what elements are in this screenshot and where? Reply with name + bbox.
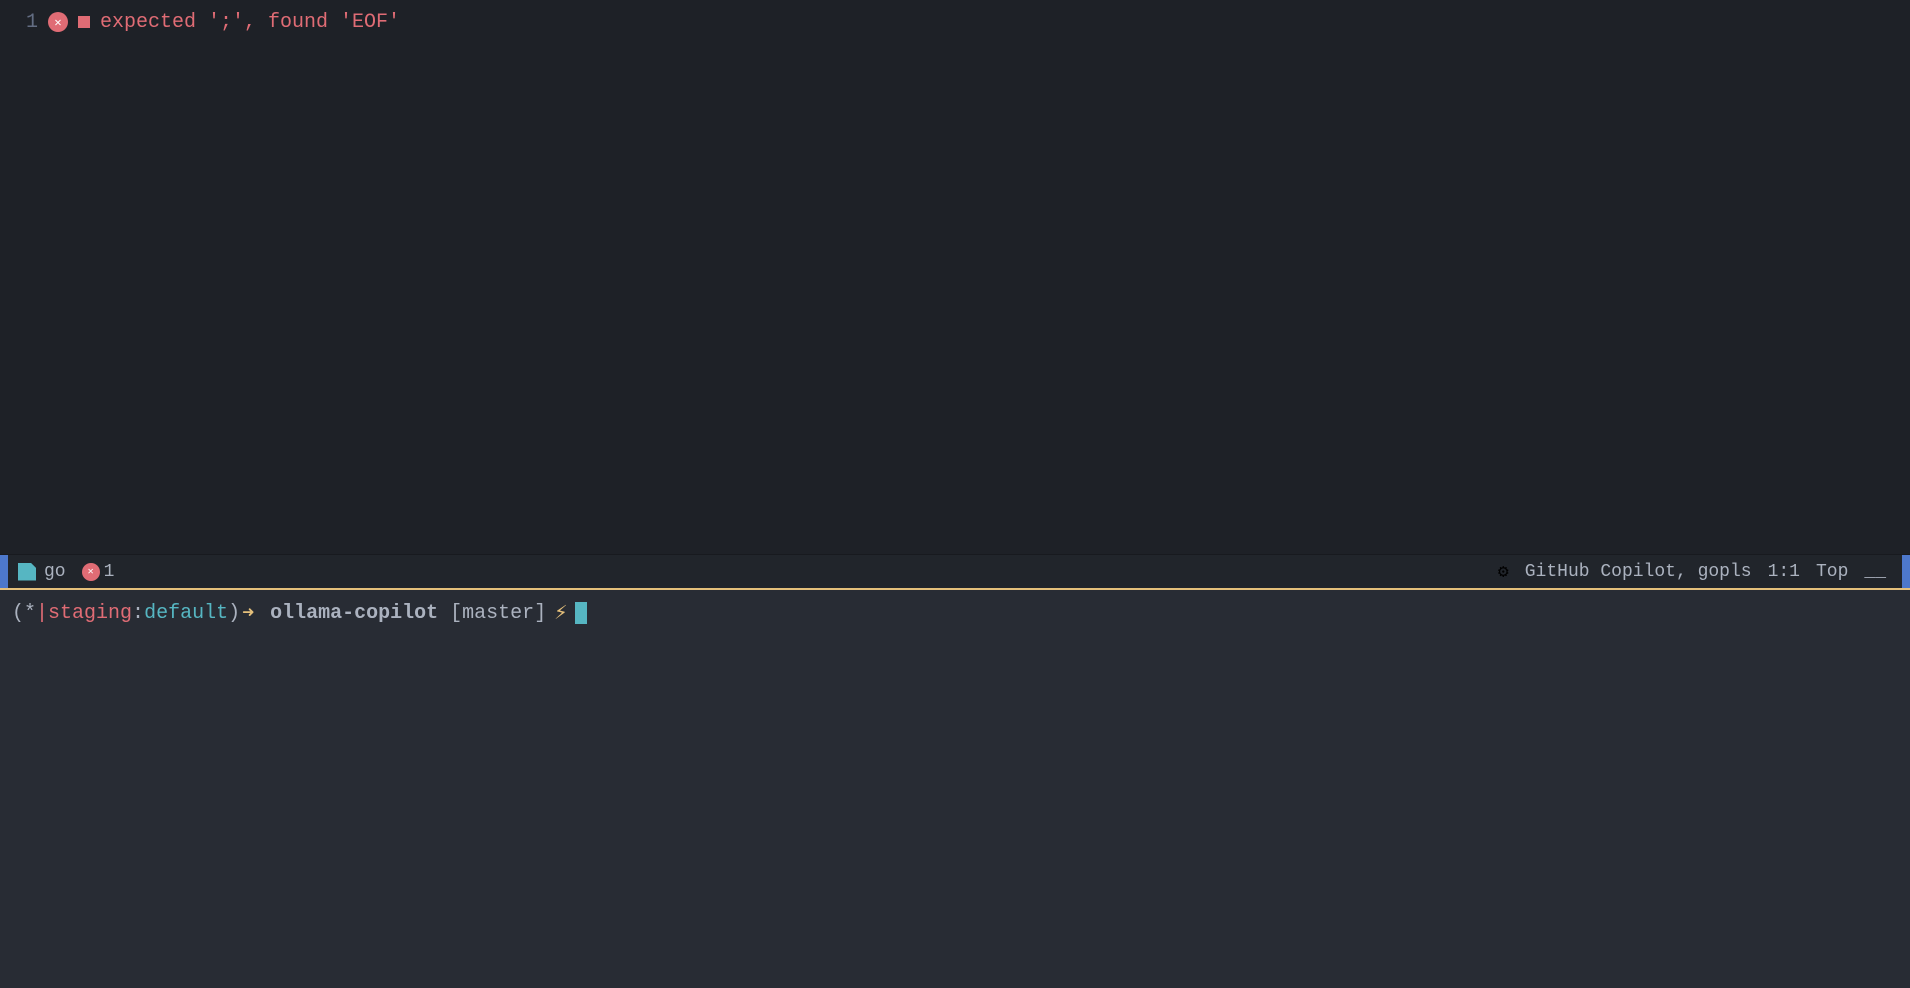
terminal-bracket-left: (* — [12, 602, 36, 625]
status-filename: go — [44, 562, 66, 582]
terminal-bracket-right: ) — [228, 602, 240, 625]
terminal-project: ollama-copilot — [270, 602, 438, 625]
editor-area: 1 expected ';', found 'EOF' — [0, 0, 1910, 554]
error-square-icon — [78, 16, 90, 28]
status-error-badge: 1 — [82, 562, 115, 582]
terminal-context: staging — [48, 602, 132, 625]
terminal-arrow: ➜ — [242, 600, 254, 626]
status-bar: go 1 ⚙ GitHub Copilot, gopls 1:1 Top __ — [0, 554, 1910, 588]
status-top: Top — [1816, 562, 1848, 582]
terminal-cursor — [575, 602, 587, 624]
terminal-lightning-icon: ⚡ — [554, 600, 567, 626]
error-message: expected ';', found 'EOF' — [100, 11, 400, 34]
status-right-accent — [1902, 555, 1910, 589]
terminal-namespace: default — [144, 602, 228, 625]
terminal-prompt-line: (* | staging : default ) ➜ ollama-copilo… — [0, 590, 1910, 636]
status-error-count: 1 — [104, 562, 115, 582]
error-icon — [48, 12, 68, 32]
terminal-pipe: | — [36, 602, 48, 625]
terminal-area[interactable]: (* | staging : default ) ➜ ollama-copilo… — [0, 588, 1910, 988]
gear-icon: ⚙ — [1498, 561, 1509, 583]
status-left-accent — [0, 555, 8, 589]
terminal-colon: : — [132, 602, 144, 625]
status-position: 1:1 — [1768, 562, 1800, 582]
status-error-circle — [82, 563, 100, 581]
error-line: 1 expected ';', found 'EOF' — [0, 0, 1910, 44]
status-copilot-text: GitHub Copilot, gopls — [1525, 562, 1752, 582]
status-underscore: __ — [1864, 562, 1886, 582]
terminal-body[interactable] — [0, 636, 1910, 988]
line-number: 1 — [8, 11, 38, 34]
status-left: go 1 — [0, 555, 114, 589]
file-icon — [18, 563, 36, 581]
status-right: ⚙ GitHub Copilot, gopls 1:1 Top __ — [1498, 555, 1910, 589]
terminal-branch: [master] — [438, 602, 546, 625]
